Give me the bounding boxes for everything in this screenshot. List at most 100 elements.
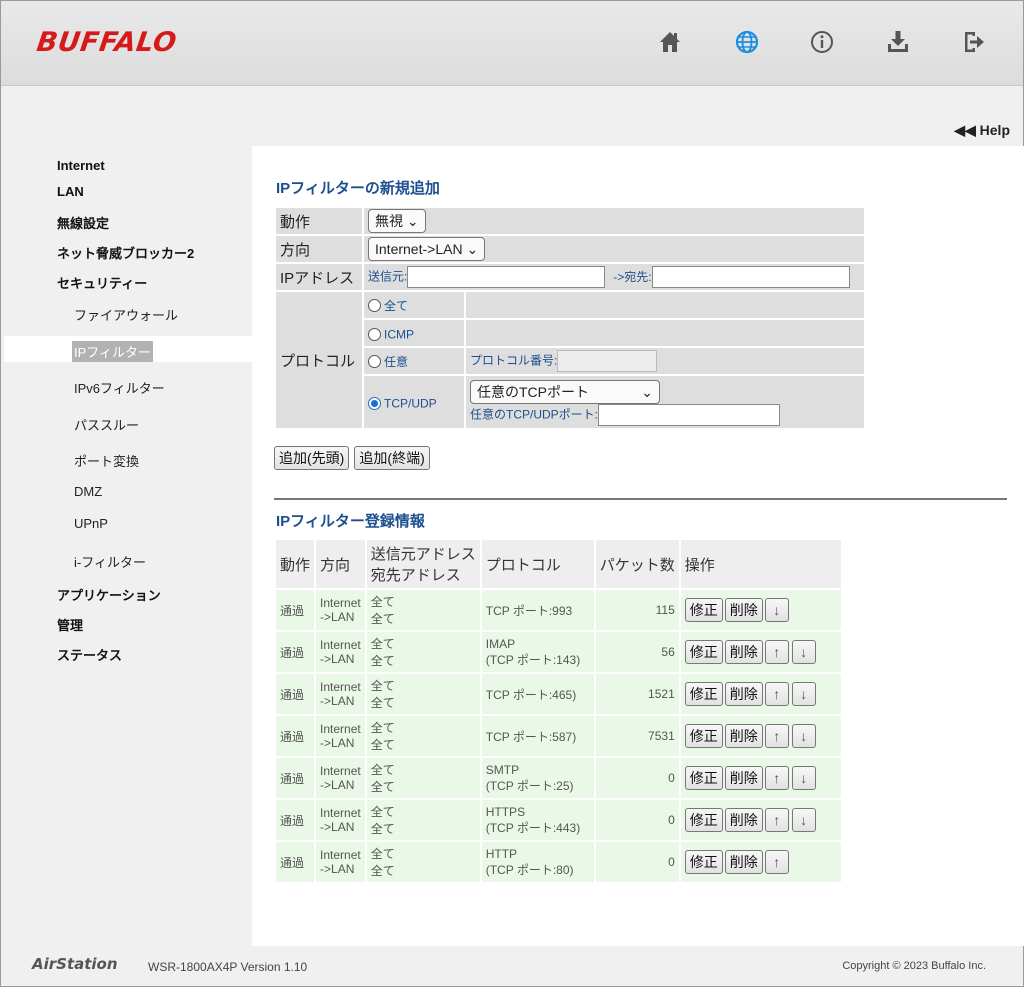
protocol-icmp-label: ICMP: [384, 327, 414, 342]
sidebar-item-management[interactable]: 管理: [57, 615, 83, 634]
sidebar-item-passthrough[interactable]: パススルー: [74, 415, 139, 434]
col-source-address: 送信元アドレス: [370, 546, 476, 563]
sidebar-item-firewall[interactable]: ファイアウォール: [74, 305, 178, 324]
sidebar-item-status[interactable]: ステータス: [57, 645, 122, 664]
row-packets: 0: [595, 842, 679, 882]
chevron-down-icon: ⌄: [466, 241, 479, 257]
protocol-any-label: 任意: [384, 354, 409, 369]
sidebar-item-threat-blocker[interactable]: ネット脅威ブロッカー2: [57, 243, 194, 262]
row-action: 通過: [276, 716, 315, 756]
protocol-tcpudp-option[interactable]: TCP/UDP: [364, 376, 464, 428]
row-action: 通過: [276, 800, 315, 840]
move-up-button[interactable]: ↑: [764, 766, 789, 790]
move-up-button[interactable]: ↑: [764, 682, 789, 706]
download-icon[interactable]: [883, 27, 913, 57]
move-up-button[interactable]: ↑: [764, 808, 789, 832]
sidebar-item-application[interactable]: アプリケーション: [57, 585, 161, 604]
row-destination: 全て: [370, 822, 395, 836]
tcp-port-select[interactable]: 任意のTCPポート ⌄: [470, 380, 660, 404]
row-packets: 1521: [595, 674, 679, 714]
sidebar-item-upnp[interactable]: UPnP: [74, 516, 108, 531]
row-action: 通過: [276, 590, 315, 630]
delete-button[interactable]: 削除: [724, 808, 763, 832]
row-source: 全て: [370, 679, 395, 693]
tcpudp-port-input[interactable]: [598, 404, 781, 426]
direction-select[interactable]: Internet->LAN ⌄: [368, 237, 486, 261]
move-down-button[interactable]: ↓: [791, 808, 816, 832]
protocol-all-option[interactable]: 全て: [364, 292, 464, 318]
row-packets: 0: [595, 758, 679, 798]
sidebar-item-lan[interactable]: LAN: [57, 184, 84, 199]
move-up-button[interactable]: ↑: [764, 724, 789, 748]
row-direction: Internet: [320, 638, 361, 652]
add-last-button[interactable]: 追加(終端): [354, 446, 430, 470]
protocol-any-option[interactable]: 任意: [364, 348, 464, 374]
delete-button[interactable]: 削除: [724, 682, 763, 706]
row-destination: 全て: [370, 864, 395, 878]
row-packets: 56: [595, 632, 679, 672]
row-direction: Internet: [320, 848, 361, 862]
row-direction-target: ->LAN: [320, 862, 355, 876]
sidebar-item-internet[interactable]: Internet: [57, 158, 105, 173]
row-source: 全て: [370, 763, 395, 777]
info-icon[interactable]: [807, 27, 837, 57]
sidebar-item-wireless[interactable]: 無線設定: [57, 213, 109, 232]
move-down-button[interactable]: ↓: [791, 640, 816, 664]
action-label: 動作: [276, 208, 362, 234]
row-protocol-detail: (TCP ポート:443): [485, 820, 581, 835]
radio-icon[interactable]: [368, 327, 381, 341]
destination-label: ->宛先:: [613, 269, 652, 284]
source-address-input[interactable]: [407, 266, 606, 288]
row-direction-target: ->LAN: [320, 736, 355, 750]
add-filter-form: 動作 無視 ⌄ 方向 Internet->LAN ⌄ IPアドレス 送信元: -…: [274, 206, 866, 430]
sidebar-item-dmz[interactable]: DMZ: [74, 484, 102, 499]
add-first-button[interactable]: 追加(先頭): [274, 446, 350, 470]
edit-button[interactable]: 修正: [684, 850, 723, 874]
radio-icon[interactable]: [368, 354, 381, 368]
row-direction-target: ->LAN: [320, 778, 355, 792]
protocol-number-input[interactable]: [557, 350, 658, 372]
sidebar-item-security[interactable]: セキュリティー: [57, 273, 147, 292]
edit-button[interactable]: 修正: [684, 598, 723, 622]
delete-button[interactable]: 削除: [724, 598, 763, 622]
protocol-icmp-option[interactable]: ICMP: [364, 320, 464, 346]
edit-button[interactable]: 修正: [684, 724, 723, 748]
row-direction-target: ->LAN: [320, 652, 355, 666]
move-up-button[interactable]: ↑: [764, 640, 789, 664]
destination-address-input[interactable]: [651, 266, 850, 288]
sidebar-item-ipv6-filter[interactable]: IPv6フィルター: [74, 378, 165, 397]
edit-button[interactable]: 修正: [684, 640, 723, 664]
radio-icon[interactable]: [368, 298, 381, 312]
edit-button[interactable]: 修正: [684, 808, 723, 832]
edit-button[interactable]: 修正: [684, 682, 723, 706]
move-down-button[interactable]: ↓: [791, 682, 816, 706]
delete-button[interactable]: 削除: [724, 850, 763, 874]
move-down-button[interactable]: ↓: [791, 724, 816, 748]
delete-button[interactable]: 削除: [724, 724, 763, 748]
move-up-button[interactable]: ↑: [764, 850, 789, 874]
sidebar-item-i-filter[interactable]: i-フィルター: [74, 552, 146, 571]
edit-button[interactable]: 修正: [684, 766, 723, 790]
add-buttons: 追加(先頭) 追加(終端): [274, 446, 430, 470]
logout-icon[interactable]: [959, 27, 989, 57]
copyright-text: Copyright © 2023 Buffalo Inc.: [842, 960, 986, 972]
row-direction-target: ->LAN: [320, 610, 355, 624]
col-direction: 方向: [316, 540, 365, 588]
sidebar-item-port-forward[interactable]: ポート変換: [74, 451, 139, 470]
sidebar-item-ip-filter[interactable]: IPフィルター: [72, 341, 154, 362]
action-select[interactable]: 無視 ⌄: [368, 209, 426, 233]
header-bar: BUFFALO: [1, 1, 1023, 86]
delete-button[interactable]: 削除: [724, 640, 763, 664]
delete-button[interactable]: 削除: [724, 766, 763, 790]
table-row: 通過 Internet ->LAN 全て 全て HTTP (TCP ポート:80) 0…: [276, 842, 841, 882]
move-down-button[interactable]: ↓: [791, 766, 816, 790]
move-down-button[interactable]: ↓: [764, 598, 789, 622]
help-toggle[interactable]: ◀◀ Help: [954, 122, 1010, 139]
globe-icon[interactable]: [732, 27, 762, 57]
help-label: Help: [979, 122, 1010, 138]
table-row: 通過 Internet ->LAN 全て 全て TCP ポート:587) 7531 …: [276, 716, 841, 756]
radio-selected-icon[interactable]: [368, 396, 381, 410]
buffalo-logo[interactable]: BUFFALO: [35, 27, 179, 58]
home-icon[interactable]: [655, 27, 685, 57]
action-select-value: 無視: [375, 213, 403, 229]
